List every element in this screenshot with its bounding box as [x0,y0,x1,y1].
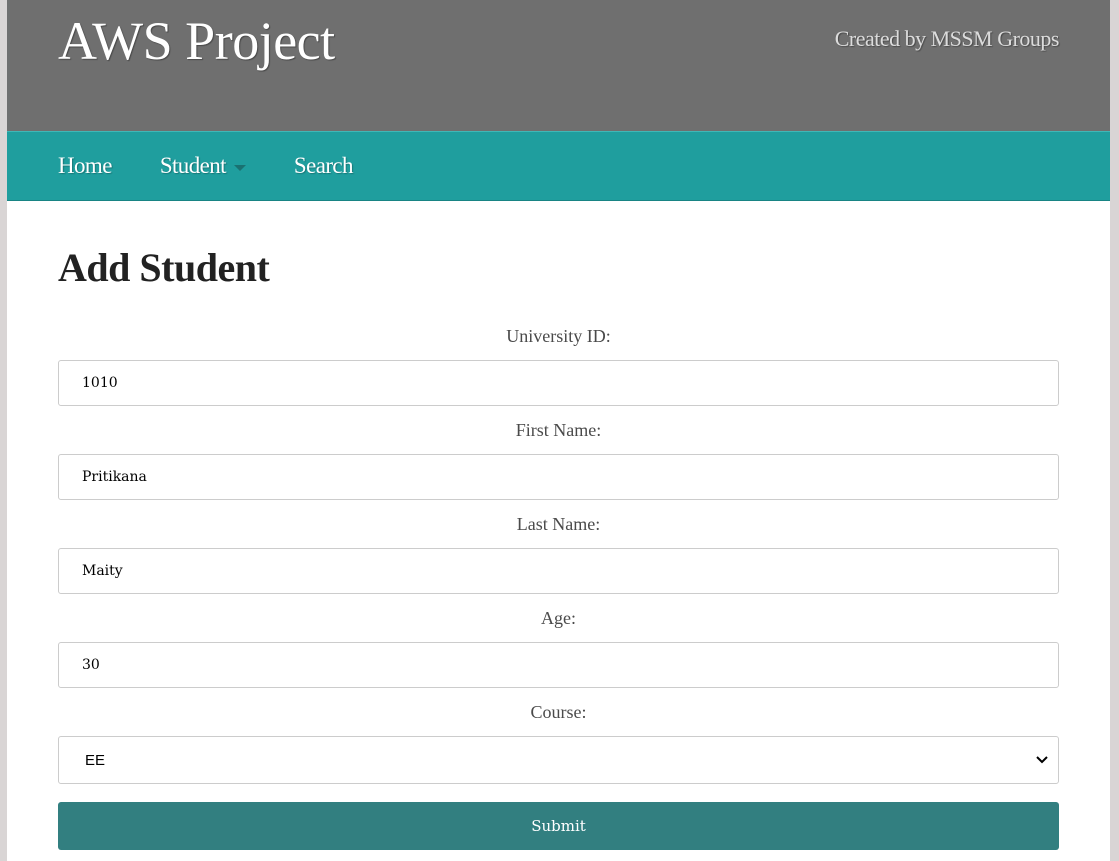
last-name-value: Maity [82,563,123,579]
nav-item-home[interactable]: Home [58,153,112,179]
age-field[interactable]: 30 [58,642,1059,688]
nav-item-student[interactable]: Student [160,153,246,179]
first-name-field[interactable]: Pritikana [58,454,1059,500]
university-id-label: University ID: [506,326,611,346]
university-id-value: 1010 [82,375,118,391]
course-label: Course: [530,702,587,722]
site-credit: Created by MSSM Groups [834,26,1060,51]
nav-item-label: Home [58,153,112,178]
last-name-field[interactable]: Maity [58,548,1059,594]
chevron-down-icon [1036,756,1048,764]
submit-button[interactable]: Submit [58,802,1059,850]
site-title: AWS Project [58,11,335,71]
course-selected-value: EE [85,751,106,769]
first-name-value: Pritikana [82,469,147,485]
submit-button-label: Submit [531,817,586,835]
caret-down-icon [233,165,246,171]
age-label: Age: [541,608,576,628]
site-header: AWS Project Created by MSSM Groups [7,0,1110,131]
age-value: 30 [82,657,100,673]
page: AWS Project Created by MSSM Groups Home … [7,0,1110,861]
page-title: Add Student [58,245,270,290]
first-name-label: First Name: [515,420,602,440]
course-select[interactable]: EE [58,736,1059,784]
nav-item-label: Search [293,153,354,178]
add-student-form: University ID: 1010 First Name: Pritikan… [58,321,1059,850]
last-name-label: Last Name: [516,514,601,534]
main-nav: Home Student Search [7,131,1110,201]
university-id-field[interactable]: 1010 [58,360,1059,406]
nav-item-search[interactable]: Search [293,153,354,179]
nav-item-label: Student [159,153,227,178]
